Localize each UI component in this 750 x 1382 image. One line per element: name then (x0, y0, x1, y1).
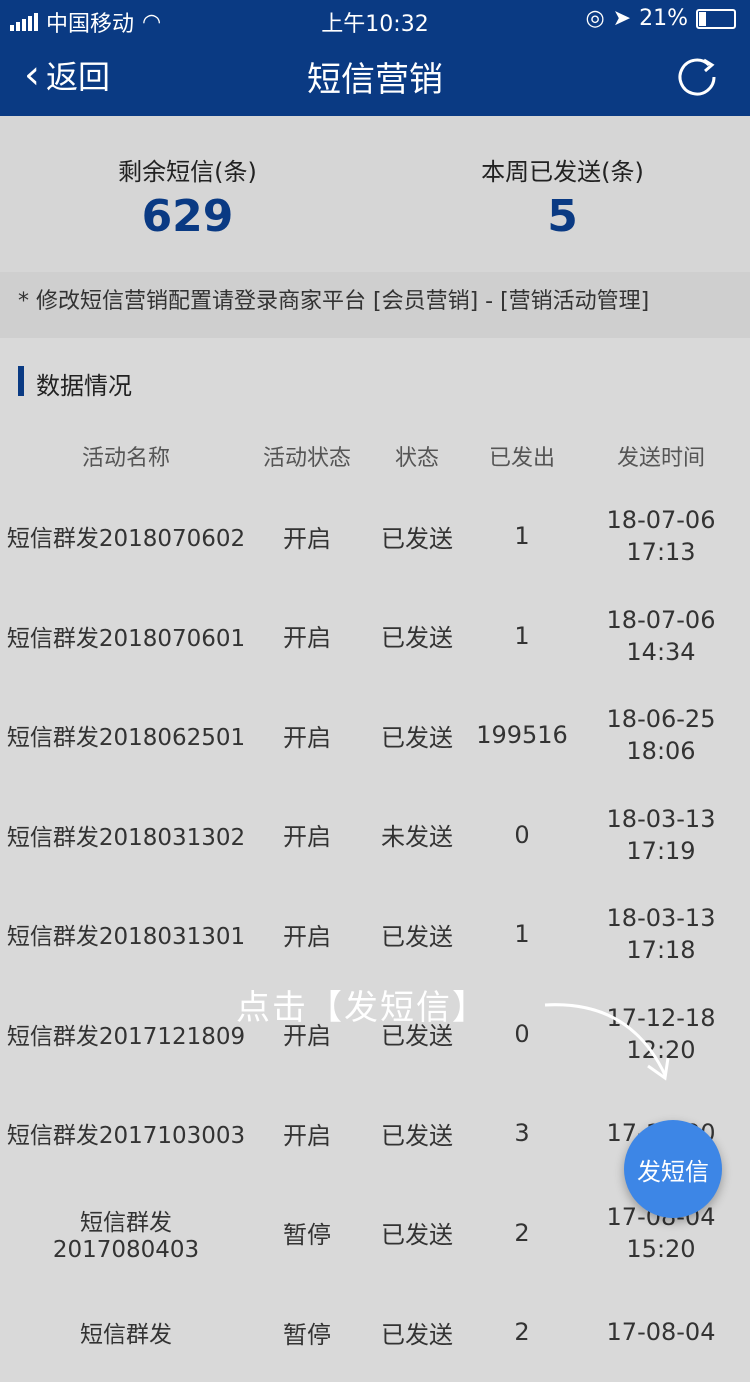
send-clock: 15:20 (626, 1234, 696, 1263)
cell-sent: 2 (514, 1218, 530, 1247)
config-notice: * 修改短信营销配置请登录商家平台 [会员营销] - [营销活动管理] (0, 272, 750, 338)
week-sent-value: 5 (547, 191, 578, 242)
cell-sent: 1 (514, 920, 530, 948)
sms-summary: 剩余短信(条) 629 本周已发送(条) 5 (0, 116, 750, 272)
cell-name: 短信群发2017103003 (6, 1123, 246, 1149)
send-sms-button[interactable]: 发短信 (624, 1120, 722, 1218)
table-header: 活动名称 活动状态 状态 已发出 发送时间 (0, 428, 750, 478)
cell-name: 短信群发2018070601 (6, 625, 246, 652)
cell-activity-status: 开启 (283, 1121, 331, 1150)
section-accent-bar (18, 366, 24, 396)
header-name: 活动名称 (81, 446, 170, 471)
send-clock: 18:06 (626, 737, 696, 765)
cell-name: 短信群发2018062501 (6, 725, 246, 751)
cell-send-time: 17-08-04 (572, 1282, 750, 1382)
week-sent-label: 本周已发送(条) (481, 158, 644, 186)
send-clock: 17:18 (626, 936, 696, 964)
table-row[interactable]: 短信群发 暂停 已发送 2 17-08-04 (0, 1282, 750, 1382)
table-row[interactable]: 短信群发2018031302 开启 未发送 0 18-03-13 17:19 (0, 785, 750, 885)
remaining-sms-value: 629 (141, 191, 234, 242)
send-clock: 17:19 (626, 836, 696, 865)
cell-status: 已发送 (381, 1221, 453, 1249)
cell-status: 已发送 (381, 524, 453, 553)
send-date: 18-06-25 (606, 705, 716, 733)
hint-text: 点击【发短信】 (236, 988, 488, 1028)
status-right: ◎ ➤ 21% (585, 6, 736, 31)
cell-name: 短信群发2018070602 (6, 526, 246, 552)
send-date: 18-07-06 (606, 605, 716, 634)
cell-activity-status: 开启 (283, 524, 331, 553)
page-title: 短信营销 (307, 60, 443, 100)
cell-sent: 2 (514, 1318, 530, 1346)
cell-name: 短信群发2017121809 (6, 1023, 246, 1050)
header-activity-status: 活动状态 (262, 446, 351, 471)
cell-activity-status: 开启 (283, 922, 331, 951)
table-row[interactable]: 短信群发2018070602 开启 已发送 1 18-07-06 17:13 (0, 486, 750, 586)
remaining-sms: 剩余短信(条) 629 (0, 152, 375, 242)
cell-activity-status: 开启 (283, 624, 331, 652)
cell-status: 已发送 (381, 1320, 453, 1349)
cell-send-time: 18-07-06 17:13 (572, 486, 750, 586)
cell-sent: 3 (514, 1119, 530, 1147)
status-bar: 中国移动 ◠ 上午10:32 ◎ ➤ 21% (0, 0, 750, 38)
send-date: 18-03-13 (606, 904, 716, 932)
cell-sent: 199516 (476, 721, 568, 749)
nav-bar: ‹ 返回 短信营销 (0, 38, 750, 116)
cell-name: 短信群发 (80, 1322, 172, 1348)
cell-activity-status: 开启 (283, 723, 331, 752)
table-row[interactable]: 短信群发2018062501 开启 已发送 199516 18-06-25 18:06 (0, 685, 750, 785)
send-date: 18-07-06 (606, 506, 716, 534)
cell-sent: 1 (514, 621, 530, 650)
cell-activity-status: 暂停 (283, 1320, 331, 1349)
cell-status: 已发送 (381, 922, 453, 951)
week-sent-sms: 本周已发送(条) 5 (375, 152, 750, 242)
cell-status: 已发送 (381, 723, 453, 752)
hint-arrow-icon (544, 1003, 670, 1081)
header-status: 状态 (394, 446, 439, 471)
cell-name: 短信群发2018031302 (6, 824, 246, 851)
table-row[interactable]: 短信群发2018070601 开启 已发送 1 18-07-06 14:34 (0, 586, 750, 686)
cell-sent: 0 (514, 820, 530, 849)
send-date: 17-08-04 (606, 1318, 716, 1346)
send-clock: 17:13 (626, 538, 696, 566)
send-clock: 14:34 (626, 637, 696, 666)
refresh-icon[interactable] (674, 54, 720, 100)
send-date: 18-03-13 (606, 804, 716, 833)
cell-name: 短信群发2018031301 (6, 924, 246, 950)
cell-status: 已发送 (381, 624, 453, 652)
cell-status: 已发送 (381, 1121, 453, 1150)
cell-status: 未发送 (381, 823, 453, 851)
battery-icon (696, 8, 736, 29)
cell-send-time: 18-03-13 17:18 (572, 884, 750, 984)
cell-send-time: 18-03-13 17:19 (572, 785, 750, 885)
cell-send-time: 18-07-06 14:34 (572, 586, 750, 686)
table-row[interactable]: 短信群发2018031301 开启 已发送 1 18-03-13 17:18 (0, 884, 750, 984)
section-title: 数据情况 (36, 372, 132, 400)
header-sent: 已发出 (488, 446, 555, 471)
orientation-lock-icon: ◎ (585, 6, 605, 31)
cell-sent: 1 (514, 522, 530, 550)
location-icon: ➤ (612, 6, 632, 31)
cell-activity-status: 暂停 (283, 1221, 331, 1249)
cell-activity-status: 开启 (283, 823, 331, 851)
cell-name: 短信群发 2017080403 (52, 1209, 200, 1263)
cell-send-time: 18-06-25 18:06 (572, 685, 750, 785)
remaining-sms-label: 剩余短信(条) (118, 158, 257, 186)
battery-percent: 21% (639, 6, 688, 31)
header-send-time: 发送时间 (616, 446, 705, 471)
section-header: 数据情况 (0, 350, 750, 410)
